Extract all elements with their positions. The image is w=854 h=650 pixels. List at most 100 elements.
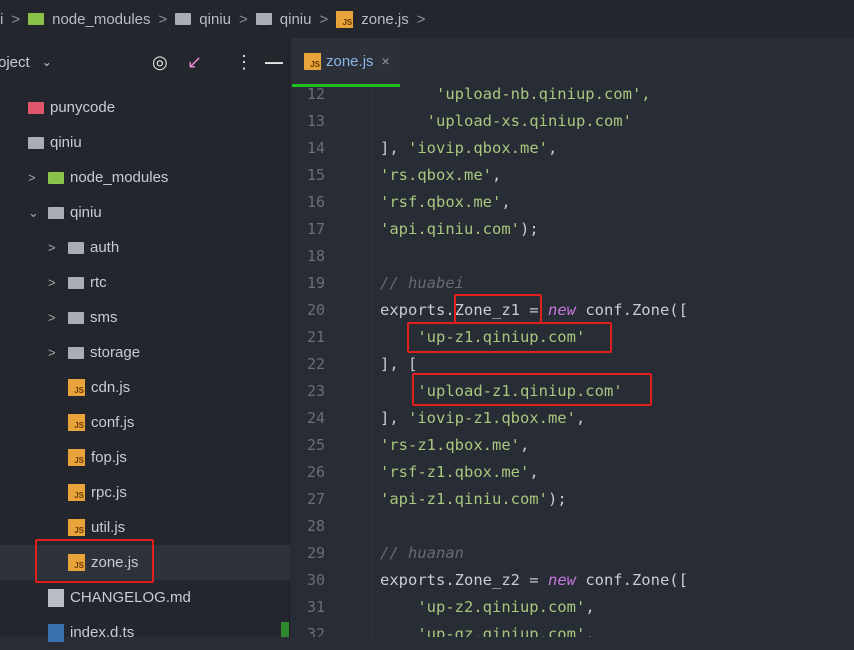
sidebar-header: oject ⌄ ◎ ↙ ⋮ — — [0, 38, 289, 86]
keyword-token: new — [547, 571, 576, 589]
code-line: 'up-gz.qiniup.com', — [380, 625, 595, 637]
breadcrumb-item[interactable]: node_modules — [52, 11, 150, 28]
md-file-icon — [48, 588, 64, 607]
tree-item-label: rpc.js — [91, 484, 127, 501]
chevron-right-icon: > — [239, 10, 248, 28]
folder-icon — [28, 101, 44, 114]
chevron-right-icon: > — [416, 10, 426, 28]
chevron-right-icon[interactable]: > — [48, 345, 62, 360]
line-number: 20 — [307, 301, 326, 319]
string-token: 'api-z1.qiniu.com' — [380, 490, 548, 508]
scrollbar[interactable] — [281, 622, 289, 637]
line-number: 17 — [307, 220, 326, 238]
tree-item[interactable]: JS fop.js — [0, 440, 290, 475]
tree-item[interactable]: > storage — [0, 335, 290, 370]
project-sidebar: oject ⌄ ◎ ↙ ⋮ — punycode qiniu > node_modul… — [0, 38, 290, 642]
tree-item-label: conf.js — [91, 414, 135, 431]
folder-icon — [68, 346, 84, 359]
tree-item-label: qiniu — [70, 204, 102, 221]
code-line: 'api-z1.qiniu.com'); — [380, 490, 567, 508]
js-file-icon: JS — [68, 449, 85, 466]
line-number: 18 — [307, 247, 326, 265]
tree-item-label: node_modules — [70, 169, 169, 186]
folder-icon — [68, 311, 84, 324]
line-number: 28 — [307, 517, 326, 535]
more-options-icon[interactable]: ⋮ — [235, 52, 253, 73]
js-file-icon: JS — [304, 52, 321, 70]
folder-icon — [68, 241, 84, 254]
folder-icon — [48, 206, 64, 219]
code-line: 'rs.qbox.me', — [380, 166, 501, 184]
tree-item[interactable]: > sms — [0, 300, 290, 335]
code-token: , — [585, 625, 595, 637]
breadcrumb: i > node_modules > qiniu > qiniu > JS zone.js… — [0, 0, 854, 38]
line-number: 25 — [307, 436, 326, 454]
folder-icon — [68, 276, 84, 289]
code-line: ], 'iovip.qbox.me', — [380, 139, 557, 157]
js-file-icon: JS — [336, 10, 354, 28]
line-number: 24 — [307, 409, 326, 427]
code-line: ], [ — [380, 355, 417, 373]
tree-item[interactable]: > rtc — [0, 265, 290, 300]
comment-token: // huabei — [380, 274, 464, 292]
minimize-icon[interactable]: — — [265, 52, 283, 73]
tree-item[interactable]: qiniu — [0, 125, 290, 160]
breadcrumb-item[interactable]: qiniu — [280, 11, 312, 28]
close-icon[interactable]: × — [382, 53, 390, 69]
chevron-right-icon: > — [11, 10, 21, 28]
tree-item[interactable]: punycode — [0, 90, 290, 125]
code-token: , — [519, 436, 530, 454]
line-number: 21 — [307, 328, 326, 346]
code-token: , — [501, 193, 511, 211]
code-token: ], — [380, 409, 408, 427]
string-token: 'rsf-z1.qbox.me' — [380, 463, 530, 481]
line-number: 31 — [307, 598, 326, 616]
tree-item[interactable]: JS cdn.js — [0, 370, 290, 405]
tab-zone-js[interactable]: JS zone.js × — [292, 38, 400, 87]
folder-icon — [175, 13, 192, 25]
tree-item-label: punycode — [50, 99, 116, 116]
code-token: , — [529, 463, 539, 481]
breadcrumb-item[interactable]: zone.js — [361, 11, 409, 28]
chevron-right-icon[interactable]: > — [48, 310, 62, 325]
ts-file-icon — [48, 623, 64, 642]
line-number: 32 — [307, 625, 326, 637]
code-line: // huabei — [380, 274, 464, 292]
tree-item[interactable]: index.d.ts — [0, 615, 290, 650]
tree-item[interactable]: > auth — [0, 230, 290, 265]
highlight-box — [454, 294, 542, 324]
breadcrumb-item[interactable]: qiniu — [199, 11, 231, 28]
js-file-icon: JS — [68, 414, 85, 431]
tree-item-label: auth — [90, 239, 120, 256]
code-token: conf.Zone([ — [575, 571, 688, 589]
code-line: 'rsf.qbox.me', — [380, 193, 511, 211]
chevron-right-icon[interactable]: > — [28, 170, 42, 185]
line-number: 26 — [307, 463, 326, 481]
chevron-right-icon: > — [319, 10, 329, 28]
line-number: 23 — [307, 382, 326, 400]
code-token: ); — [547, 490, 567, 508]
code-editor[interactable]: 12 'upload-nb.qiniup.com', 13 'upload-xs.… — [292, 87, 854, 637]
code-line: 'upload-xs.qiniup.com' — [380, 112, 632, 130]
tree-item[interactable]: ⌄ qiniu — [0, 195, 290, 230]
tree-item[interactable]: JS conf.js — [0, 405, 290, 440]
string-token: 'rsf.qbox.me' — [380, 193, 502, 211]
tree-item[interactable]: JS rpc.js — [0, 475, 290, 510]
chevron-right-icon[interactable]: > — [48, 240, 62, 255]
tree-item[interactable]: CHANGELOG.md — [0, 580, 290, 615]
collapse-icon[interactable]: ↙ — [187, 52, 202, 73]
line-number: 30 — [307, 571, 326, 589]
target-icon[interactable]: ◎ — [152, 52, 168, 73]
code-token: , — [575, 409, 586, 427]
line-number: 29 — [307, 544, 326, 562]
chevron-down-icon[interactable]: ⌄ — [28, 205, 42, 221]
chevron-right-icon[interactable]: > — [48, 275, 62, 290]
code-token: exports.Zone_z2 = — [380, 571, 548, 589]
project-view-selector[interactable]: oject — [0, 54, 30, 71]
string-token: 'rs.qbox.me' — [380, 166, 492, 184]
chevron-down-icon[interactable]: ⌄ — [42, 55, 52, 69]
tree-item[interactable]: > node_modules — [0, 160, 290, 195]
breadcrumb-item[interactable]: i — [0, 11, 3, 28]
code-line: 'rsf-z1.qbox.me', — [380, 463, 539, 481]
